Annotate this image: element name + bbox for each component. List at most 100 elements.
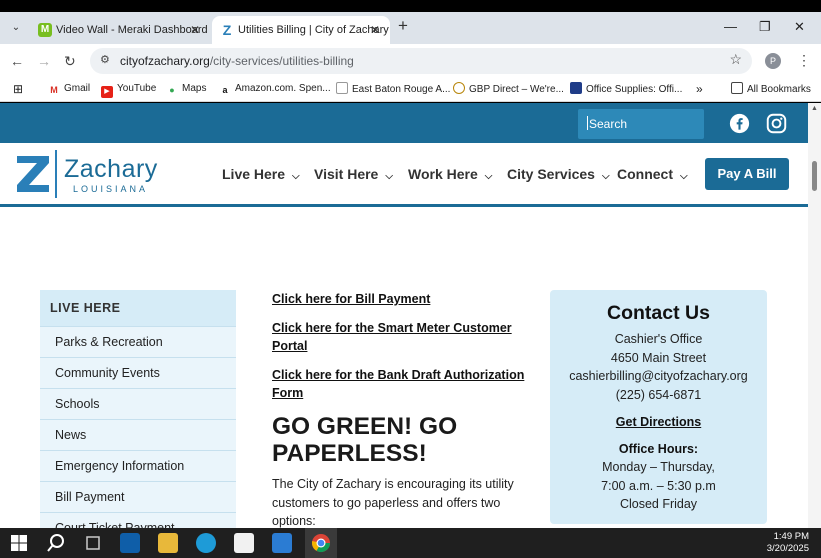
all-bookmarks-label: All Bookmarks xyxy=(747,84,811,95)
sidebar-item-news[interactable]: News xyxy=(40,419,236,450)
bookmark-gmail[interactable]: M Gmail xyxy=(48,82,90,96)
url-path: /city-services/utilities-billing xyxy=(209,54,354,68)
profile-avatar[interactable]: P xyxy=(765,53,781,69)
toolbar: ← → ↻ ⚙ cityofzachary.org/city-services/… xyxy=(0,44,821,78)
bookmark-label: East Baton Rouge A... xyxy=(352,84,451,95)
zachary-logo-icon[interactable] xyxy=(17,156,49,192)
bookmark-label: GBP Direct – We're... xyxy=(469,84,564,95)
bookmarks-overflow-button[interactable]: » xyxy=(696,82,703,96)
bookmark-maps[interactable]: ● Maps xyxy=(166,82,206,96)
tab-strip: ⌄ M Video Wall - Meraki Dashboard ✕ Z Ut… xyxy=(0,12,821,44)
clock-time: 1:49 PM xyxy=(773,531,809,542)
nav-connect[interactable]: Connect ⌵ xyxy=(617,166,688,182)
reload-icon[interactable]: ↻ xyxy=(64,53,76,69)
youtube-icon: ▶ xyxy=(101,86,113,98)
address-bar[interactable]: ⚙ cityofzachary.org/city-services/utilit… xyxy=(90,48,752,74)
url-text[interactable]: cityofzachary.org/city-services/utilitie… xyxy=(120,54,354,68)
sidebar-item-community-events[interactable]: Community Events xyxy=(40,357,236,388)
page-scrollbar[interactable]: ▲ xyxy=(808,103,821,528)
bookmark-label: Maps xyxy=(182,83,207,94)
amazon-icon: a xyxy=(222,85,228,95)
maps-icon: ● xyxy=(169,85,175,95)
nav-label: City Services xyxy=(507,166,595,182)
tab-meraki[interactable]: M Video Wall - Meraki Dashboard ✕ xyxy=(30,16,210,44)
minimize-button[interactable]: — xyxy=(724,14,737,40)
sidebar-item-emergency-information[interactable]: Emergency Information xyxy=(40,450,236,481)
bill-payment-link[interactable]: Click here for Bill Payment xyxy=(272,290,530,308)
new-tab-button[interactable]: + xyxy=(398,16,408,36)
contact-email[interactable]: cashierbilling@cityofzachary.org xyxy=(550,367,767,386)
smart-meter-portal-link[interactable]: Click here for the Smart Meter Customer … xyxy=(272,319,530,355)
sidebar-item-schools[interactable]: Schools xyxy=(40,388,236,419)
instagram-icon[interactable] xyxy=(766,113,787,134)
site-search-input[interactable]: Search xyxy=(578,109,704,139)
tab-close-icon[interactable]: ✕ xyxy=(190,16,200,44)
office-hours-time: 7:00 a.m. – 5:30 p.m xyxy=(601,478,716,493)
nav-work-here[interactable]: Work Here ⌵ xyxy=(408,166,492,182)
logo-divider xyxy=(55,150,57,198)
contact-address: 4650 Main Street xyxy=(610,350,707,365)
bookmark-office[interactable]: Office Supplies: Offi... xyxy=(570,82,682,97)
browser-menu-icon[interactable]: ⋮ xyxy=(797,52,811,69)
nav-city-services[interactable]: City Services ⌵ xyxy=(507,166,610,182)
logo-name[interactable]: Zachary xyxy=(64,155,158,184)
file-explorer-icon[interactable] xyxy=(158,533,178,553)
contact-phone[interactable]: (225) 654-6871 xyxy=(550,386,767,405)
chevron-down-icon: ⌵ xyxy=(292,171,300,182)
gmail-icon: M xyxy=(50,85,58,95)
meraki-favicon-icon: M xyxy=(38,23,52,37)
remote-app-icon[interactable] xyxy=(272,533,292,553)
web-page: Search Zachary LOUISIANA Live Here ⌵ Visi… xyxy=(0,103,808,528)
sidebar-item-bill-payment[interactable]: Bill Payment xyxy=(40,481,236,512)
forward-arrow-icon[interactable]: → xyxy=(37,53,51,69)
site-info-icon[interactable]: ⚙ xyxy=(100,53,110,66)
bookmark-label: YouTube xyxy=(117,83,157,94)
clock-date: 3/20/2025 xyxy=(766,543,809,554)
chevron-down-icon: ⌵ xyxy=(601,171,610,182)
chevron-down-icon: ⌵ xyxy=(484,171,493,182)
bank-draft-form-link[interactable]: Click here for the Bank Draft Authorizat… xyxy=(272,366,530,402)
apps-grid-icon[interactable]: ⊞ xyxy=(13,82,23,96)
tab-close-icon[interactable]: ✕ xyxy=(370,16,380,44)
bookmark-star-icon[interactable]: ☆ xyxy=(729,51,742,68)
ebr-icon xyxy=(336,82,348,94)
bookmark-youtube[interactable]: ▶ YouTube xyxy=(101,82,156,98)
facebook-icon[interactable] xyxy=(729,113,750,134)
get-directions-link[interactable]: Get Directions xyxy=(550,413,767,431)
tab-search-button[interactable]: ⌄ xyxy=(6,18,26,38)
office-icon xyxy=(570,82,582,94)
nav-label: Visit Here xyxy=(314,166,379,182)
store-icon[interactable] xyxy=(234,533,254,553)
sidebar-item-court-ticket-payment[interactable]: Court Ticket Payment xyxy=(40,512,236,528)
nav-visit-here[interactable]: Visit Here ⌵ xyxy=(314,166,393,182)
pay-a-bill-button[interactable]: Pay A Bill xyxy=(705,158,789,190)
nav-label: Work Here xyxy=(408,166,478,182)
contact-office: Cashier's Office xyxy=(614,332,703,346)
tab-utilities-billing[interactable]: Z Utilities Billing | City of Zachary ✕ xyxy=(212,16,390,44)
back-arrow-icon[interactable]: ← xyxy=(10,53,24,69)
zachary-favicon-icon: Z xyxy=(222,22,232,38)
restore-button[interactable]: ❐ xyxy=(759,14,771,40)
close-window-button[interactable]: ✕ xyxy=(794,14,805,40)
bookmark-gbp[interactable]: GBP Direct – We're... xyxy=(453,82,564,97)
taskbar-clock[interactable]: 1:49 PM 3/20/2025 xyxy=(767,531,809,555)
screen-top-edge xyxy=(0,0,821,12)
text-caret xyxy=(587,116,588,130)
outlook-icon[interactable] xyxy=(120,533,140,553)
scrollbar-thumb[interactable] xyxy=(812,161,817,191)
bookmark-ebr[interactable]: East Baton Rouge A... xyxy=(336,82,450,97)
office-hours-label: Office Hours: xyxy=(618,442,699,456)
windows-start-icon[interactable] xyxy=(9,533,29,553)
nav-live-here[interactable]: Live Here ⌵ xyxy=(222,166,300,182)
chevron-down-icon: ⌵ xyxy=(680,171,688,182)
scroll-up-icon[interactable]: ▲ xyxy=(811,105,818,112)
sidebar-item-parks-recreation[interactable]: Parks & Recreation xyxy=(40,326,236,357)
bookmark-label: Amazon.com. Spen... xyxy=(235,83,331,94)
chrome-icon[interactable] xyxy=(311,533,331,553)
office-closed-day: Closed Friday xyxy=(619,497,698,511)
bookmark-amazon[interactable]: a Amazon.com. Spen... xyxy=(219,82,331,96)
edge-icon[interactable] xyxy=(196,533,216,553)
all-bookmarks-button[interactable]: All Bookmarks xyxy=(731,82,811,97)
search-icon[interactable] xyxy=(46,533,66,553)
task-view-icon[interactable] xyxy=(83,533,103,553)
